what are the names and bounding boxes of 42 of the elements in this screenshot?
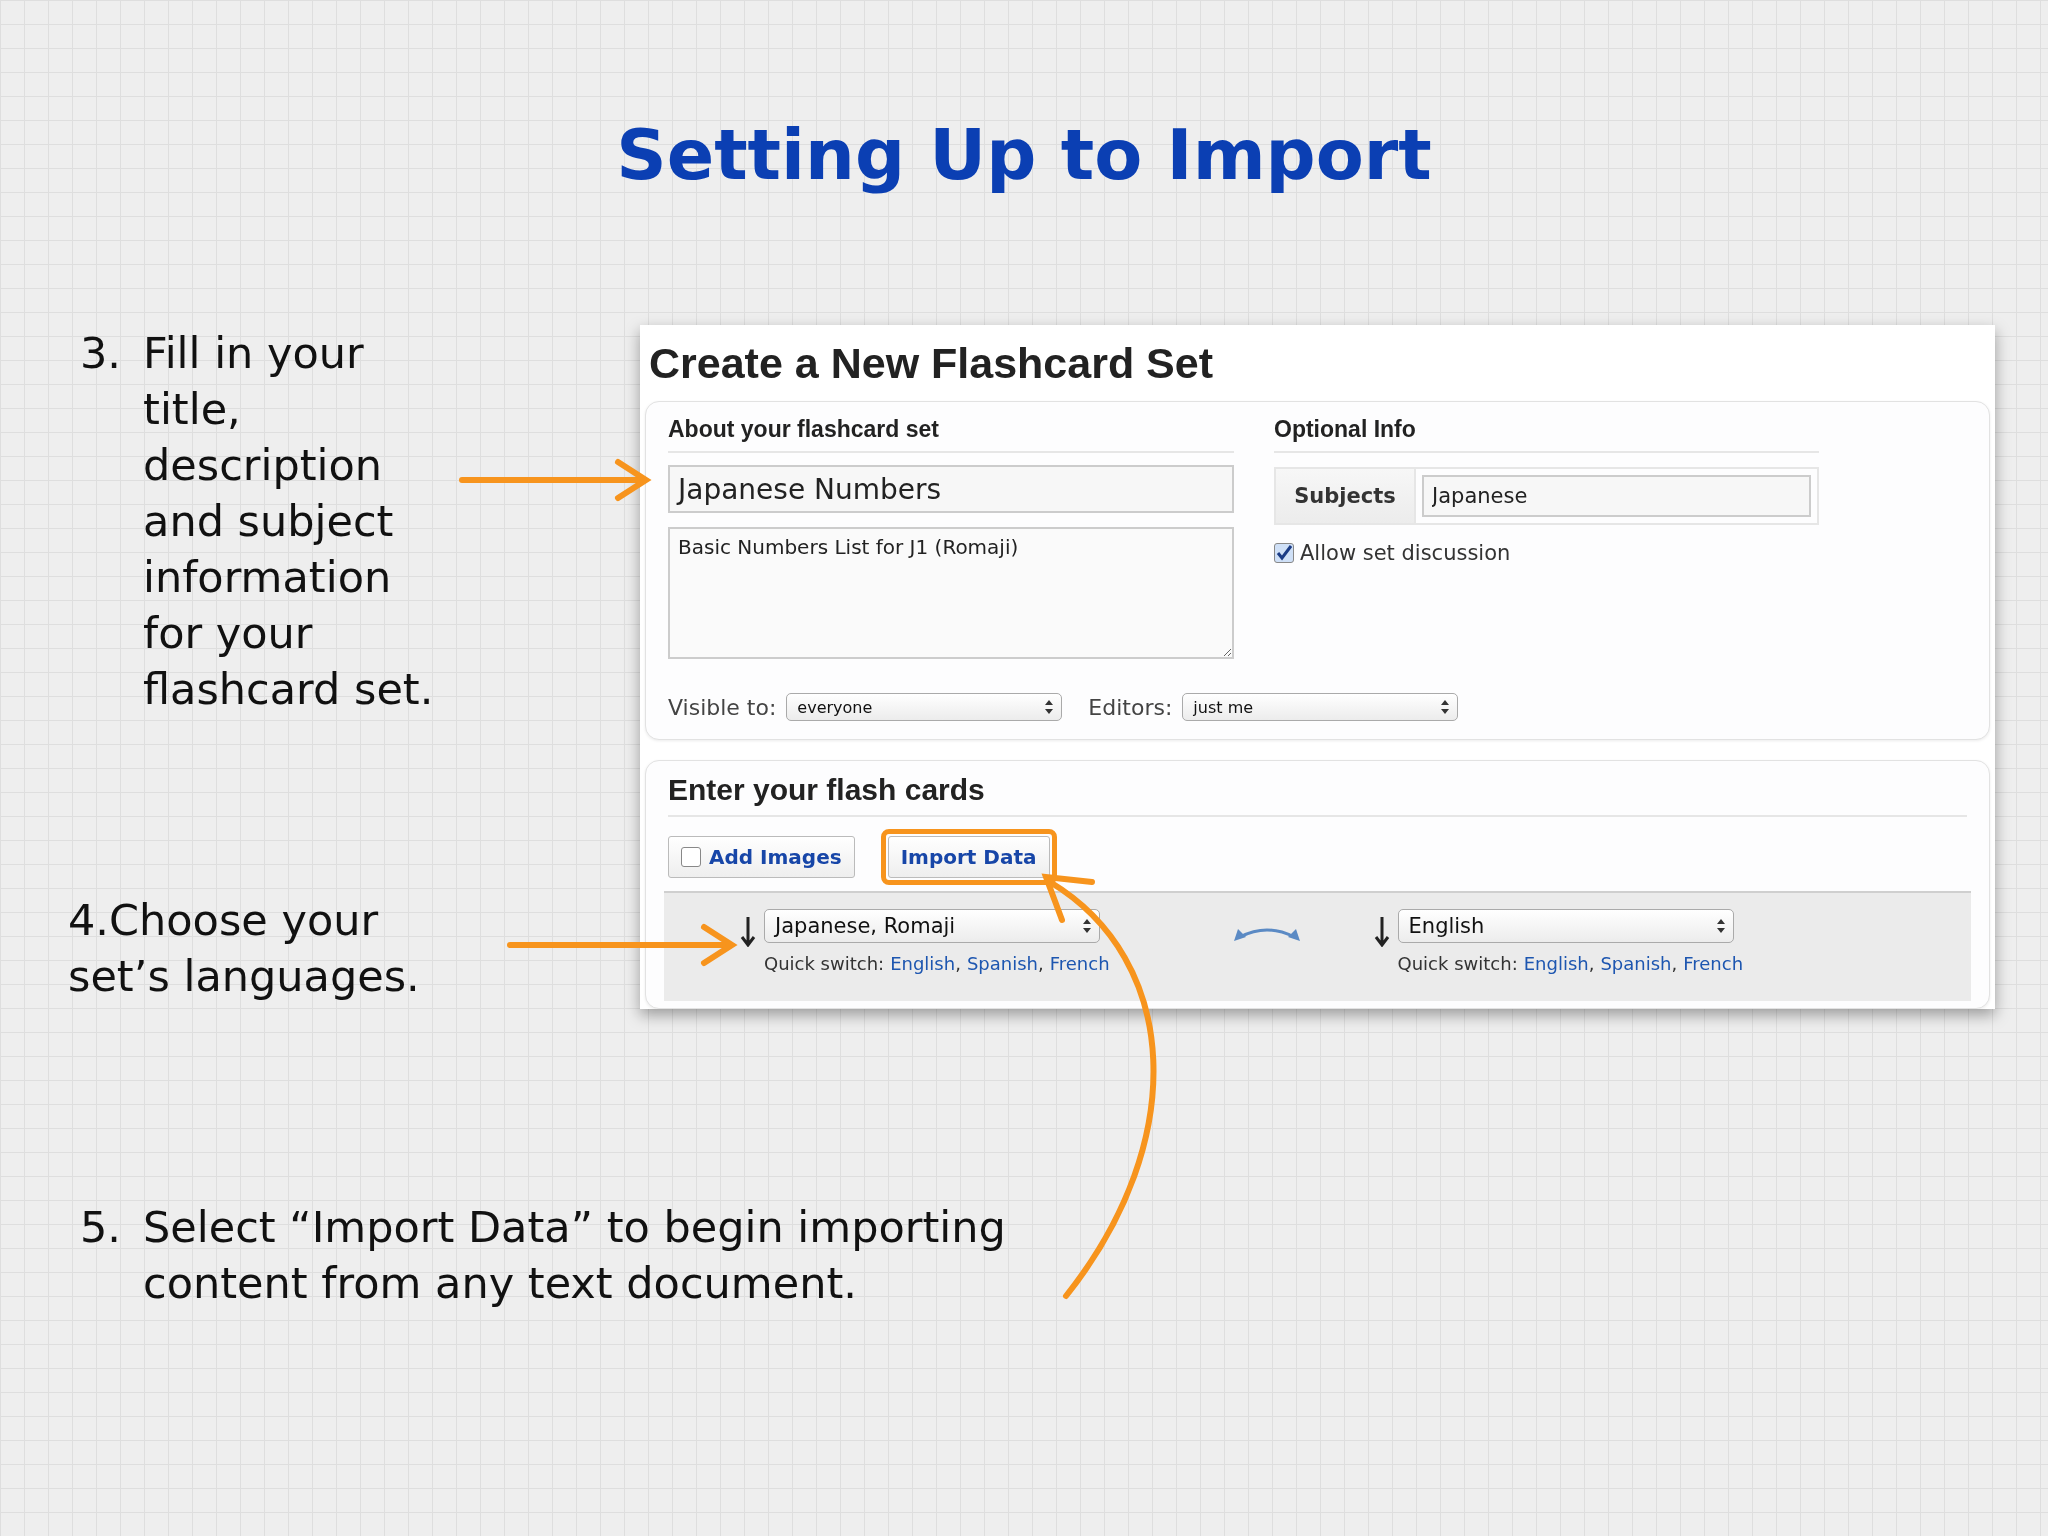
checkbox[interactable] [681,847,701,867]
language-select[interactable]: English [1397,909,1734,943]
link-separator: , [1671,953,1678,974]
checkbox[interactable] [1274,543,1294,563]
section-heading: About your flashcard set [668,416,1234,453]
language-select[interactable]: Japanese, Romaji [764,909,1100,943]
quick-switch-label: Quick switch: [1397,953,1518,974]
add-images-button[interactable]: Add Images [668,836,855,878]
language-link[interactable]: French [1049,953,1110,974]
form-title: Create a New Flashcard Set [648,338,1215,389]
section-heading: Optional Info [1274,416,1819,453]
select-arrows-icon [1716,919,1725,933]
language-link[interactable]: Spanish [1600,953,1672,974]
link-separator: , [955,953,961,974]
step-number: 3. [80,327,122,380]
title-field[interactable]: Japanese Numbers [668,465,1234,513]
quick-switch-label: Quick switch: [764,953,885,974]
editors-select[interactable]: just me [1182,693,1459,721]
language-link[interactable]: English [1523,953,1589,974]
step-description: Select “Import Data” to begin importing content from any text document. [143,1201,1007,1310]
field-label: Editors: [1088,694,1173,720]
language-link[interactable]: Spanish [966,953,1038,974]
language-link[interactable]: French [1683,953,1744,974]
section-heading: Enter your flash cards [668,773,1967,817]
step-text: 4.Choose your set’s languages. [68,894,421,1003]
select-arrows-icon [1441,700,1450,714]
field-label: Visible to: [668,694,777,720]
language-link[interactable]: English [890,953,956,974]
subjects-label: Subjects [1276,469,1416,523]
slide-title: Setting Up to Import [615,113,1433,198]
select-arrows-icon [1045,700,1054,714]
description-field[interactable]: Basic Numbers List for J1 (Romaji) [668,527,1234,659]
select-arrows-icon [1083,919,1091,933]
checkbox-label: Allow set discussion [1300,541,1511,565]
link-separator: , [1588,953,1595,974]
down-arrow-icon [1373,917,1390,947]
step-description: Fill in your title, description and subject information for your flashcard set. [143,327,435,716]
link-separator: , [1037,953,1044,974]
step-number: 5. [80,1201,122,1254]
visibility-select[interactable]: everyone [786,693,1063,721]
down-arrow-icon [740,917,756,947]
import-data-button[interactable]: Import Data [887,836,1050,878]
